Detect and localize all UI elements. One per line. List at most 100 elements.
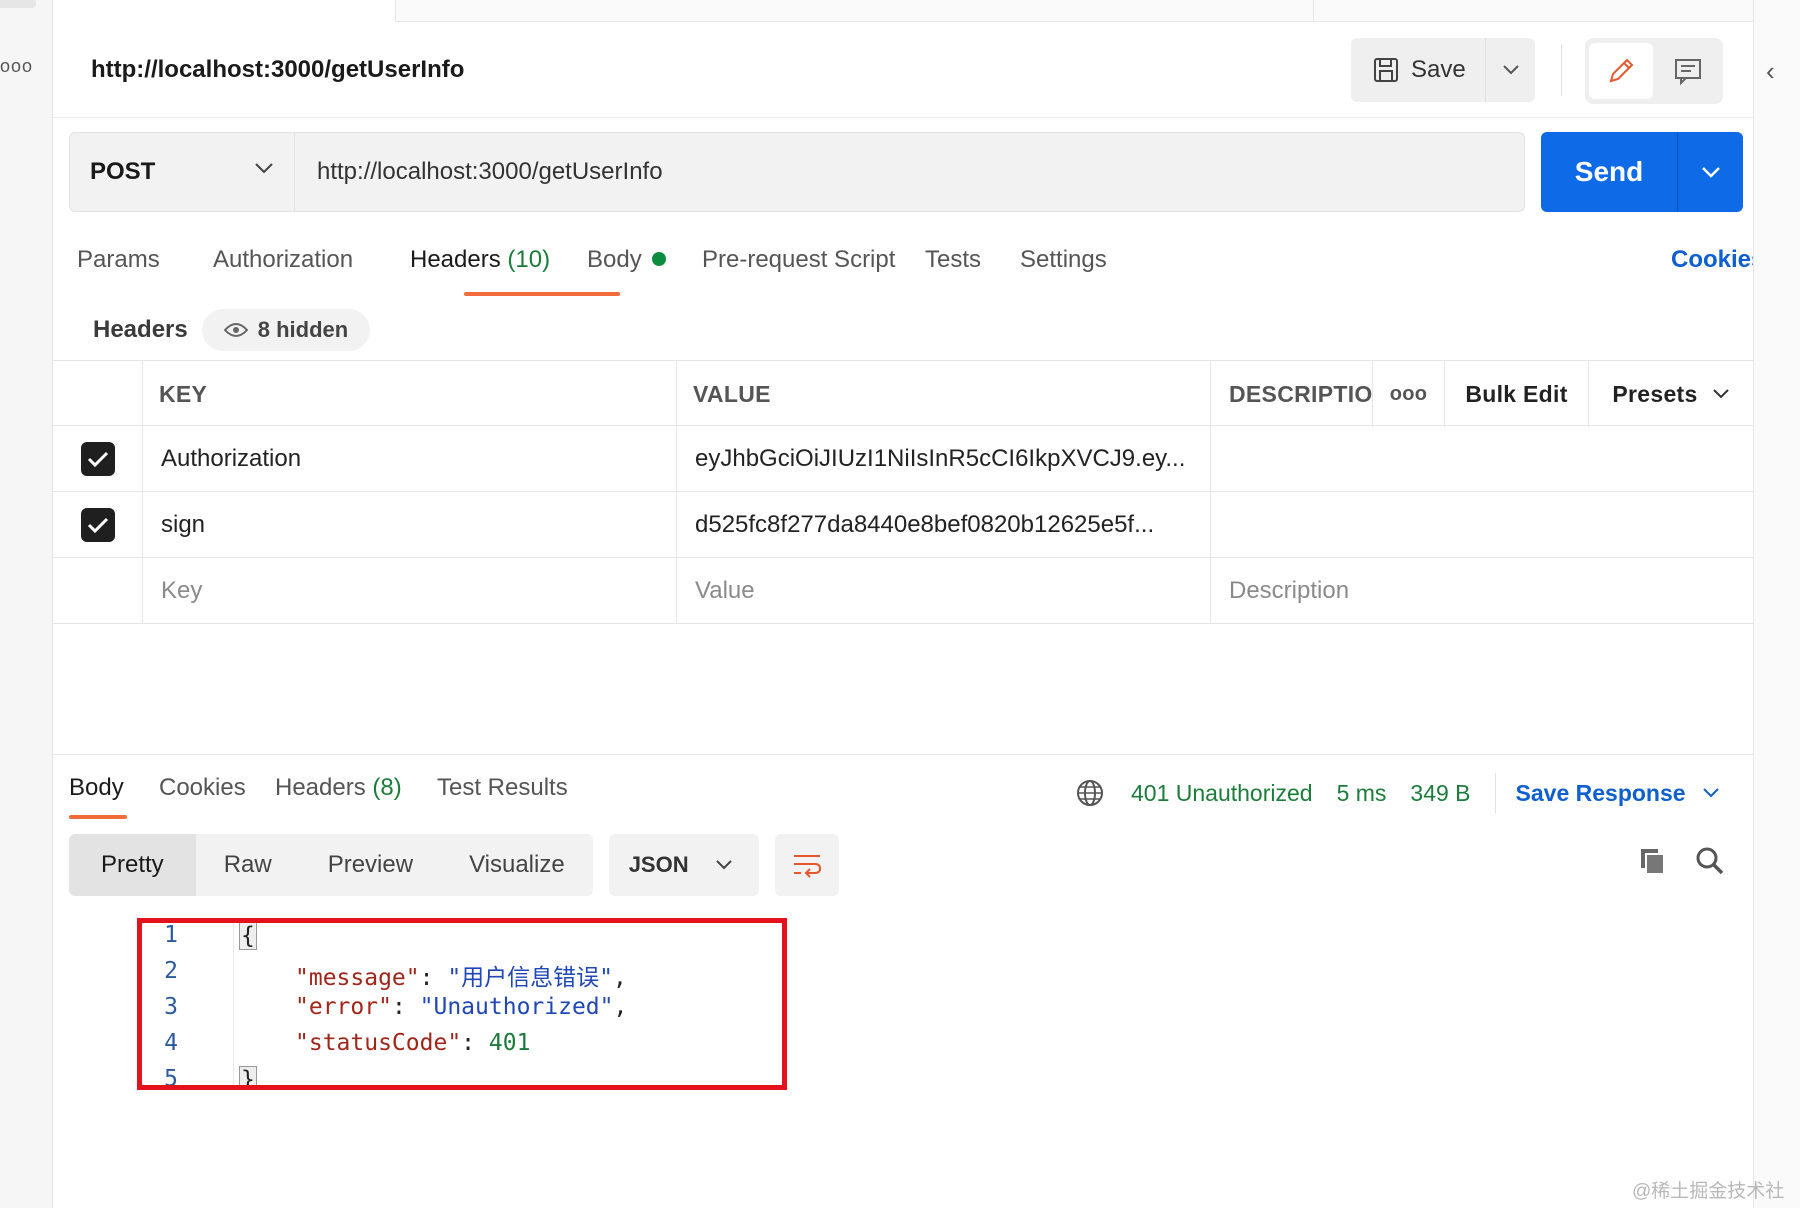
presets-dropdown[interactable]: Presets [1589,361,1753,427]
row-checkbox-cell [53,426,143,492]
header-value-cell[interactable]: eyJhbGciOiJIUzI1NiIsInR5cCI6IkpXVCJ9.ey.… [677,426,1211,492]
format-dropdown[interactable]: JSON [608,834,759,896]
header-description-cell[interactable] [1211,426,1753,492]
left-sidebar: ooo [0,0,53,1208]
edit-mode-button[interactable] [1589,43,1653,99]
active-tab-indicator [464,292,620,296]
request-header: http://localhost:3000/getUserInfo Save [53,22,1753,118]
view-pretty[interactable]: Pretty [69,834,196,896]
header-divider [1561,44,1562,96]
view-mode-segment: Pretty Raw Preview Visualize [69,834,593,896]
view-mode-toggle [1585,38,1723,104]
save-group: Save [1351,38,1535,102]
search-icon[interactable] [1695,846,1725,876]
response-tab-cookies[interactable]: Cookies [159,774,246,802]
response-time[interactable]: 5 ms [1337,780,1387,807]
table-row-empty: Key Value Description [53,558,1753,624]
table-header-row: KEY VALUE DESCRIPTIO ooo Bulk Edit Prese… [53,360,1753,427]
view-raw[interactable]: Raw [196,834,300,896]
method-select[interactable]: POST [69,132,295,212]
save-button[interactable]: Save [1351,38,1485,102]
tab-params[interactable]: Params [77,246,160,274]
column-key: KEY [143,361,677,427]
sidebar-toggle[interactable] [0,0,36,8]
url-bar: POST http://localhost:3000/getUserInfo S… [69,132,1759,212]
chevron-down-icon [1502,65,1519,75]
highlight-annotation-box [137,918,787,1090]
method-label: POST [90,158,156,185]
save-response-label: Save Response [1515,779,1686,806]
header-value-cell[interactable]: d525fc8f277da8440e8bef0820b12625e5f... [677,492,1211,558]
checkmark-icon [87,451,108,468]
tab-headers[interactable]: Headers (10) [410,246,550,274]
request-workspace: http://localhost:3000/getUserInfo Save P… [53,0,1776,1208]
view-preview[interactable]: Preview [300,834,441,896]
response-tab-test-results[interactable]: Test Results [437,774,568,802]
column-options-button[interactable]: ooo [1373,361,1445,427]
body-indicator-dot [651,251,666,266]
row-checkbox-cell [53,492,143,558]
response-tools [1637,846,1725,876]
globe-icon[interactable] [1075,778,1105,808]
row-checkbox-cell [53,558,143,624]
documentation-button[interactable] [1657,43,1719,99]
copy-icon[interactable] [1637,846,1667,876]
header-key-cell[interactable]: sign [143,492,677,558]
bulk-edit-button[interactable]: Bulk Edit [1445,361,1589,427]
response-headers-count: (8) [372,774,402,801]
more-options-icon[interactable]: ooo [0,56,33,77]
url-input[interactable]: http://localhost:3000/getUserInfo [295,132,1525,212]
response-active-tab-indicator [69,815,127,819]
chevron-down-icon [255,163,273,174]
tab-authorization[interactable]: Authorization [213,246,353,274]
wrap-lines-button[interactable] [774,834,839,896]
column-value: VALUE [677,361,1211,427]
tab-prerequest-script[interactable]: Pre-request Script [702,246,895,274]
response-headers-label: Headers [275,774,366,801]
response-tab-headers[interactable]: Headers (8) [275,774,402,802]
row-checkbox[interactable] [80,442,115,476]
row-checkbox[interactable] [80,508,115,542]
response-tab-body[interactable]: Body [69,774,124,802]
headers-table: KEY VALUE DESCRIPTIO ooo Bulk Edit Prese… [53,360,1753,624]
format-label: JSON [628,852,689,877]
view-visualize[interactable]: Visualize [441,834,593,896]
tab-headers-label: Headers [410,246,501,273]
tab-separator [1313,0,1314,22]
cookies-link[interactable]: Cookies [1671,246,1764,274]
response-size[interactable]: 349 B [1410,780,1470,807]
tab-headers-count: (10) [507,246,551,273]
request-title[interactable]: http://localhost:3000/getUserInfo [91,56,464,84]
request-tabs: Params Authorization Headers (10) Body P… [77,236,1737,294]
new-key-input[interactable]: Key [143,558,677,624]
presets-label: Presets [1612,380,1698,407]
tab-strip [53,0,1753,22]
open-tab[interactable] [53,0,396,22]
watermark: @稀土掘金技术社区 [1632,1181,1785,1202]
header-check-column [53,361,143,427]
status-code[interactable]: 401 Unauthorized [1131,780,1313,807]
response-view-bar: Pretty Raw Preview Visualize JSON [69,834,839,896]
chevron-down-icon [715,860,732,870]
pencil-icon [1609,58,1634,83]
table-row: sign d525fc8f277da8440e8bef0820b12625e5f… [53,492,1753,558]
hidden-headers-toggle[interactable]: 8 hidden [201,309,371,351]
new-description-input[interactable]: Description [1211,558,1753,624]
send-button[interactable]: Send [1541,156,1677,188]
save-options-button[interactable] [1485,38,1535,102]
headers-subheader: Headers 8 hidden [85,306,371,354]
send-options-button[interactable] [1678,165,1743,179]
tab-body[interactable]: Body [587,246,666,274]
tab-body-label: Body [587,246,642,273]
header-description-cell[interactable] [1211,492,1753,558]
save-response-button[interactable]: Save Response [1516,780,1720,807]
tab-tests[interactable]: Tests [925,246,981,274]
response-divider[interactable] [53,754,1753,755]
chevron-left-icon[interactable]: ‹ [1766,56,1775,87]
hidden-count-label: 8 hidden [257,317,349,342]
save-icon [1374,58,1398,82]
new-value-input[interactable]: Value [677,558,1211,624]
tab-settings[interactable]: Settings [1020,246,1107,274]
checkmark-icon [87,517,108,534]
header-key-cell[interactable]: Authorization [143,426,677,492]
